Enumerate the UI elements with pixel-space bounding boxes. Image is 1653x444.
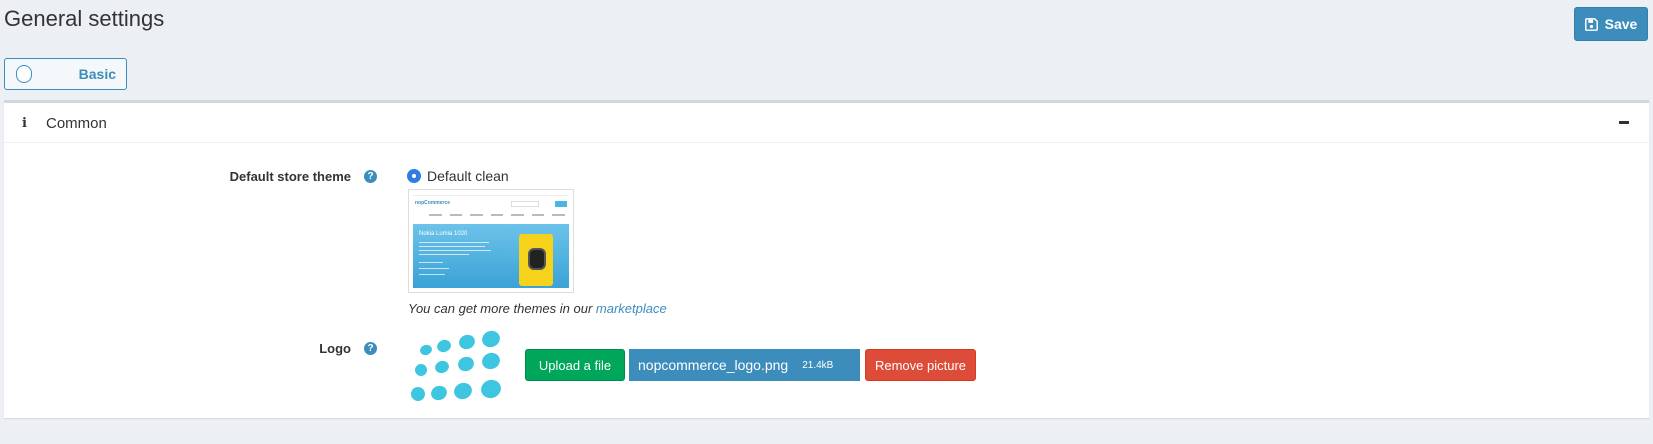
toggle-switch[interactable]	[16, 65, 32, 83]
mode-label: Basic	[78, 66, 116, 82]
basic-advanced-toggle[interactable]: Basic	[4, 58, 127, 90]
preview-phone	[519, 234, 553, 286]
store-logo-image	[411, 330, 501, 401]
card-header[interactable]: i Common	[4, 103, 1649, 143]
marketplace-prefix: You can get more themes in our	[408, 301, 596, 316]
theme-option-label[interactable]: Default clean	[427, 168, 509, 184]
marketplace-link[interactable]: marketplace	[596, 301, 667, 316]
preview-search-box	[511, 201, 539, 207]
preview-search-button	[555, 201, 567, 207]
preview-logo: nopCommerce	[415, 200, 451, 206]
preview-topbar	[413, 192, 569, 196]
page-title: General settings	[4, 6, 165, 31]
file-name: nopcommerce_logo.png	[638, 357, 789, 373]
floppy-disk-icon	[1584, 17, 1598, 31]
preview-nav	[429, 214, 566, 218]
preview-banner: Nokia Lumia 1020	[413, 224, 569, 288]
info-icon: i	[22, 116, 27, 131]
save-button[interactable]: Save	[1574, 7, 1648, 41]
preview-banner-title: Nokia Lumia 1020	[419, 231, 468, 237]
common-settings-card: i Common Default store theme ? Default c…	[4, 100, 1649, 418]
file-size: 21.4kB	[802, 359, 834, 371]
question-circle-icon[interactable]: ?	[364, 342, 377, 355]
card-title: Common	[46, 115, 107, 132]
theme-radio-default-clean[interactable]	[407, 169, 421, 183]
collapse-icon[interactable]	[1619, 121, 1629, 124]
theme-preview-image: nopCommerce Nokia Lumia 1020	[408, 189, 574, 293]
question-circle-icon[interactable]: ?	[364, 170, 377, 183]
upload-file-button[interactable]: Upload a file	[525, 349, 625, 381]
theme-label: Default store theme	[229, 169, 351, 184]
marketplace-note: You can get more themes in our marketpla…	[408, 301, 667, 316]
remove-picture-button[interactable]: Remove picture	[865, 349, 976, 381]
uploaded-file-info: nopcommerce_logo.png 21.4kB	[629, 349, 860, 381]
logo-label: Logo	[319, 341, 351, 356]
save-button-label: Save	[1604, 16, 1638, 32]
